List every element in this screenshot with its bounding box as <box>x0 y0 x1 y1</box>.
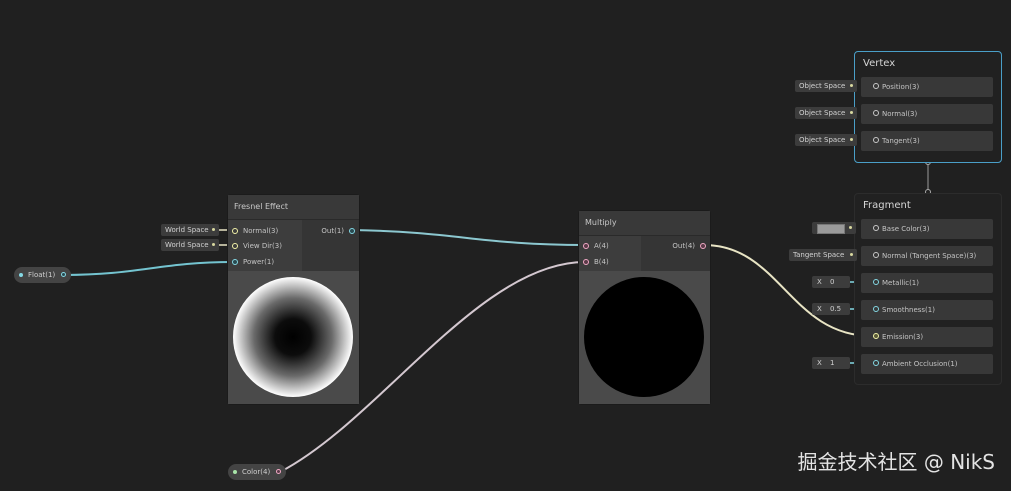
wire-float-to-power <box>63 261 234 276</box>
color-port-dot <box>233 470 237 474</box>
float-property-node[interactable]: Float(1) <box>14 267 72 283</box>
port-dot <box>232 259 238 265</box>
port-dot <box>873 225 879 231</box>
port-dot <box>873 252 879 258</box>
port-dot <box>700 243 706 249</box>
color-node-label: Color(4) <box>242 468 271 476</box>
multiply-node-title[interactable]: Multiply <box>579 211 710 236</box>
fresnel-preview <box>228 271 359 404</box>
port-dot <box>873 137 879 143</box>
fresnel-input-power[interactable]: Power(1) <box>232 254 274 270</box>
float-node-label: Float(1) <box>28 271 56 279</box>
multiply-output[interactable]: Out(4) <box>672 238 706 254</box>
multiply-sphere <box>584 277 704 397</box>
vertex-slot-position[interactable]: Position(3) <box>861 77 993 97</box>
fresnel-viewdir-space-chip[interactable]: World Space <box>161 239 219 251</box>
watermark: 掘金技术社区 @ NikS <box>797 450 995 474</box>
vertex-title: Vertex <box>863 58 896 69</box>
fresnel-effect-node[interactable]: Fresnel Effect Normal(3) View Dir(3) Pow… <box>228 195 359 404</box>
fragment-slot-base-color[interactable]: Base Color(3) <box>861 219 993 239</box>
port-dot <box>349 228 355 234</box>
base-color-swatch <box>817 224 845 234</box>
fresnel-sphere <box>233 277 353 397</box>
float-port-dot <box>19 273 23 277</box>
fresnel-normal-space-chip[interactable]: World Space <box>161 224 219 236</box>
port-dot <box>873 333 879 339</box>
port-dot <box>583 243 589 249</box>
color-output-port[interactable] <box>276 469 282 474</box>
vertex-slot-normal[interactable]: Normal(3) <box>861 104 993 124</box>
vertex-position-space-chip[interactable]: Object Space <box>795 80 857 92</box>
fresnel-node-title[interactable]: Fresnel Effect <box>228 195 359 220</box>
fresnel-output[interactable]: Out(1) <box>321 223 355 239</box>
fragment-normal-space-chip[interactable]: Tangent Space <box>789 249 857 261</box>
fresnel-input-normal[interactable]: Normal(3) <box>232 223 278 239</box>
port-dot <box>873 83 879 89</box>
ambient-occlusion-value-field[interactable]: X1 <box>812 357 850 369</box>
port-dot <box>873 279 879 285</box>
fresnel-input-viewdir[interactable]: View Dir(3) <box>232 238 282 254</box>
fragment-title: Fragment <box>863 200 911 211</box>
smoothness-value-field[interactable]: X 0.5 <box>812 303 850 315</box>
shader-graph-canvas[interactable]: Float(1) Color(4) World Space World Spac… <box>0 0 1011 491</box>
fragment-slot-smoothness[interactable]: Smoothness(1) <box>861 300 993 320</box>
fragment-slot-normal[interactable]: Normal (Tangent Space)(3) <box>861 246 993 266</box>
vertex-slot-tangent[interactable]: Tangent(3) <box>861 131 993 151</box>
fragment-slot-metallic[interactable]: Metallic(1) <box>861 273 993 293</box>
vertex-stack[interactable]: Vertex Position(3) Normal(3) Tangent(3) <box>854 51 1002 163</box>
base-color-swatch-field[interactable] <box>812 222 856 234</box>
fragment-slot-ambient-occlusion[interactable]: Ambient Occlusion(1) <box>861 354 993 374</box>
port-dot <box>583 259 589 265</box>
port-dot <box>873 110 879 116</box>
port-dot <box>232 243 238 249</box>
multiply-input-b[interactable]: B(4) <box>583 254 609 270</box>
fragment-stack[interactable]: Fragment Base Color(3) Normal (Tangent S… <box>854 193 1002 385</box>
multiply-input-a[interactable]: A(4) <box>583 238 609 254</box>
multiply-node[interactable]: Multiply A(4) B(4) Out(4) <box>579 211 710 404</box>
port-dot <box>232 228 238 234</box>
port-dot <box>873 360 879 366</box>
wire-fresnel-to-multiply-a <box>351 229 586 246</box>
color-property-node[interactable]: Color(4) <box>228 464 287 480</box>
fragment-slot-emission[interactable]: Emission(3) <box>861 327 993 347</box>
multiply-preview <box>579 271 710 404</box>
float-output-port[interactable] <box>61 272 67 277</box>
vertex-normal-space-chip[interactable]: Object Space <box>795 107 857 119</box>
port-dot <box>873 306 879 312</box>
metallic-value-field[interactable]: X0 <box>812 276 850 288</box>
vertex-tangent-space-chip[interactable]: Object Space <box>795 134 857 146</box>
